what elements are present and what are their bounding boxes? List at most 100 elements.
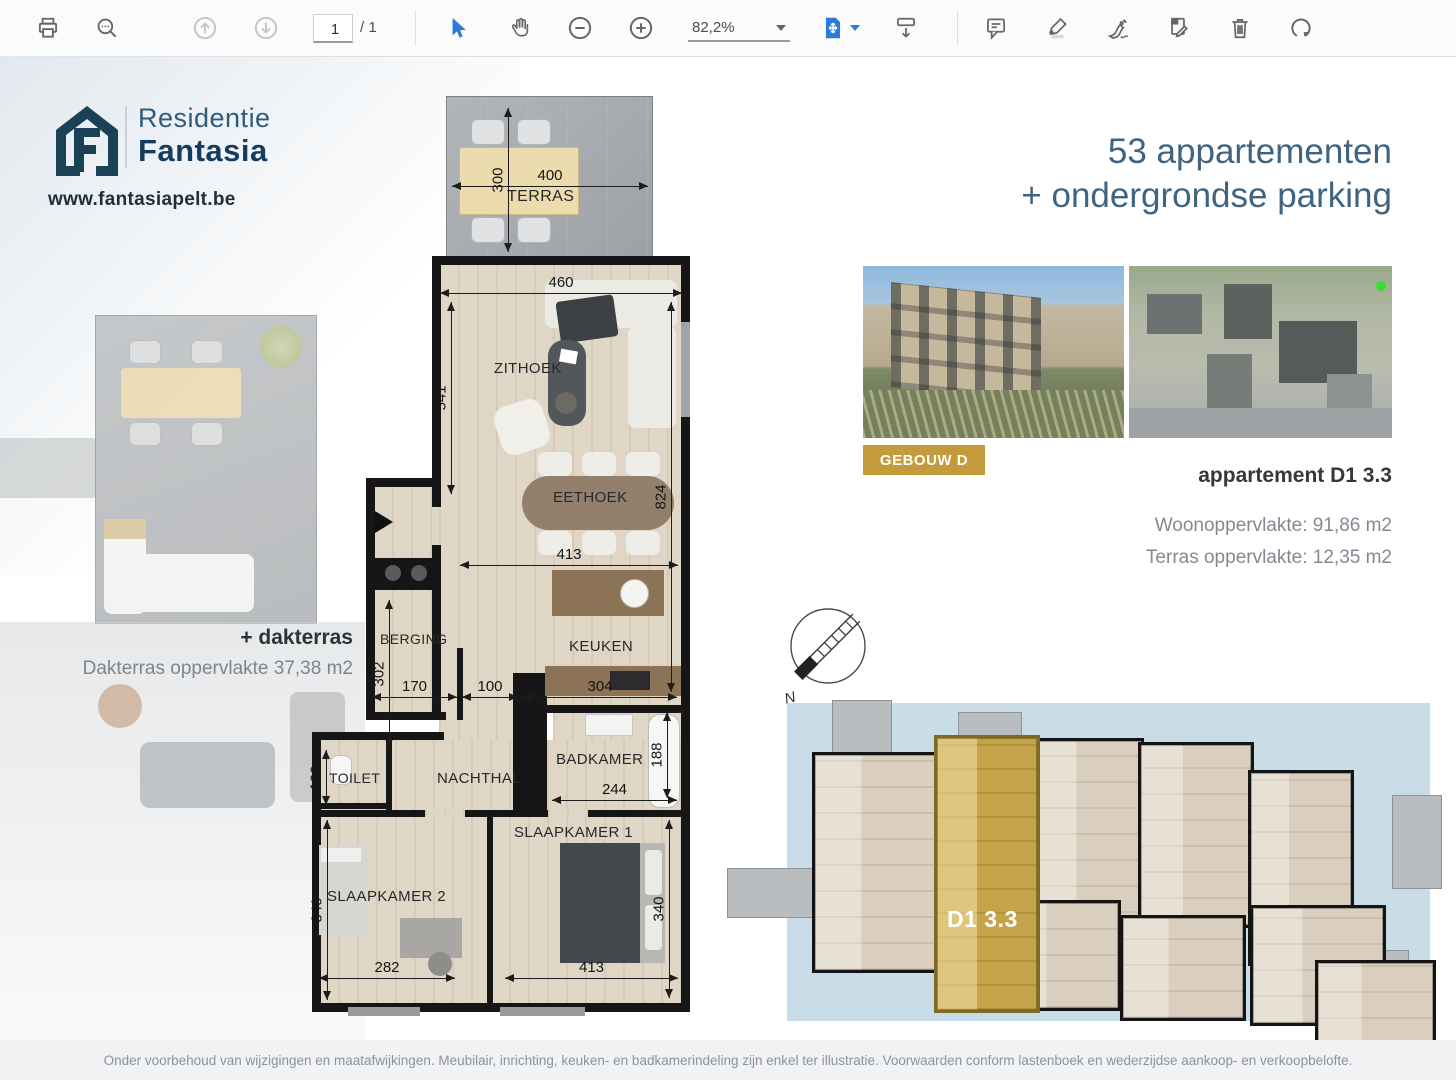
zoom-level-select[interactable]: 82,2% <box>688 14 790 42</box>
zoom-in-button[interactable] <box>626 13 656 43</box>
terrace-chair-shape <box>517 217 551 243</box>
disclaimer-bar: Onder voorbehoud van wijzigingen en maat… <box>0 1040 1456 1080</box>
overview-unit <box>1120 915 1246 1021</box>
roofterrace-corridor-image <box>0 438 96 498</box>
roofterrace-photo-faded <box>0 622 365 1042</box>
overview-unit <box>812 752 940 973</box>
zoom-in-icon <box>627 14 655 42</box>
terrace-chair-shape <box>191 422 223 446</box>
living-area-value: Woonoppervlakte: 91,86 m2 <box>1155 515 1392 537</box>
dim-living-depth-left: 541 <box>451 302 452 494</box>
rotate-button[interactable] <box>1286 13 1316 43</box>
signature-button[interactable] <box>1103 13 1133 43</box>
hand-icon <box>507 15 533 41</box>
aerial-building-shape <box>1207 354 1252 412</box>
pillow-shape <box>645 850 662 895</box>
logo-divider <box>125 106 127 168</box>
dining-chair-shape <box>582 452 616 476</box>
dim-living-width: 460 <box>440 293 682 294</box>
overview-unit <box>1138 742 1254 928</box>
fit-page-menu-button[interactable] <box>848 13 862 43</box>
search-button[interactable] <box>92 13 122 43</box>
overview-balcony-block <box>727 868 815 918</box>
cursor-icon <box>445 15 471 41</box>
wall <box>487 817 493 1007</box>
wall <box>541 705 547 817</box>
fit-page-button[interactable] <box>818 13 848 43</box>
page-total-label: / 1 <box>360 19 377 36</box>
rotate-icon <box>1288 15 1314 41</box>
organize-pages-button[interactable] <box>1163 13 1193 43</box>
entrance-arrow <box>375 511 393 533</box>
page-down-button[interactable] <box>251 13 281 43</box>
terrace-chair-shape <box>517 119 551 145</box>
dim-berging-depth: 302 <box>389 600 390 748</box>
delete-button[interactable] <box>1225 13 1255 43</box>
room-label-berging: BERGING <box>380 631 447 647</box>
grass-shape <box>863 390 1124 438</box>
room-label-nachthal: NACHTHAL <box>437 770 521 787</box>
building-photo <box>863 266 1124 438</box>
dim-slaapkamer1-width: 413 <box>505 978 678 979</box>
scroll-mode-button[interactable] <box>891 13 921 43</box>
terrace-area-value: Terras oppervlakte: 12,35 m2 <box>1146 547 1392 569</box>
brand-website: www.fantasiapelt.be <box>48 189 236 211</box>
brand-name-line2: Fantasia <box>138 133 268 169</box>
terrace-chair-shape <box>129 422 161 446</box>
lamp-shape <box>98 684 142 728</box>
fit-page-icon <box>820 15 846 41</box>
dim-slaapkamer2-depth: 340 <box>327 820 328 1000</box>
comment-icon <box>983 15 1009 41</box>
dim-badkamer-depth: 188 <box>667 712 668 798</box>
terrace-chair-shape <box>471 119 505 145</box>
dim-terras-depth: 300 <box>508 108 509 252</box>
organize-pages-icon <box>1165 15 1191 41</box>
aerial-road-shape <box>1129 408 1392 438</box>
zoom-level-value: 82,2% <box>692 19 735 36</box>
headline-line1: 53 appartementen <box>1021 130 1392 174</box>
chevron-down-icon <box>850 25 860 31</box>
window-sill <box>348 1007 420 1016</box>
wall <box>312 732 444 740</box>
trash-icon <box>1227 15 1253 41</box>
print-button[interactable] <box>33 13 63 43</box>
dining-chair-shape <box>626 531 660 555</box>
highlight-button[interactable] <box>1042 13 1072 43</box>
sofa-shape <box>628 326 676 428</box>
overview-terrace-block <box>1392 795 1442 889</box>
page-up-button[interactable] <box>190 13 220 43</box>
north-compass: N <box>778 598 878 713</box>
select-tool-button[interactable] <box>443 13 473 43</box>
dryer-shape <box>411 565 427 581</box>
hand-tool-button[interactable] <box>505 13 535 43</box>
overview-unit-label: D1 3.3 <box>947 906 1018 933</box>
cooktop-shape <box>610 671 650 690</box>
brand-name-line1: Residentie <box>138 103 271 134</box>
room-label-toilet: TOILET <box>329 770 380 786</box>
terrace-chair-shape <box>129 340 161 364</box>
dim-hal-width: 100 <box>462 697 518 698</box>
desk-shape <box>400 918 462 958</box>
page-number-input[interactable] <box>314 15 356 43</box>
terrace-chair-shape <box>471 217 505 243</box>
room-label-slaapkamer2: SLAAPKAMER 2 <box>327 888 446 905</box>
lounge-sofa-back-shape <box>104 519 146 539</box>
bed-blanket-shape <box>560 843 640 963</box>
overview-highlighted-unit: D1 3.3 <box>934 735 1040 1013</box>
aerial-building-shape <box>1224 284 1272 339</box>
comment-button[interactable] <box>981 13 1011 43</box>
wall <box>432 487 441 507</box>
page-number-box <box>313 14 353 43</box>
building-badge: GEBOUW D <box>863 445 985 475</box>
wall <box>366 712 446 720</box>
aerial-photo <box>1129 266 1392 438</box>
disclaimer-text: Onder voorbehoud van wijzigingen en maat… <box>104 1053 1353 1068</box>
chevron-down-icon <box>776 18 786 36</box>
location-marker <box>1376 281 1386 291</box>
dim-berging-width: 170 <box>372 697 457 698</box>
window-sill <box>500 1007 585 1016</box>
pdf-toolbar: / 1 82,2% <box>0 0 1456 57</box>
terrace-chair-shape <box>191 340 223 364</box>
zoom-out-button[interactable] <box>565 13 595 43</box>
search-icon <box>94 15 120 41</box>
